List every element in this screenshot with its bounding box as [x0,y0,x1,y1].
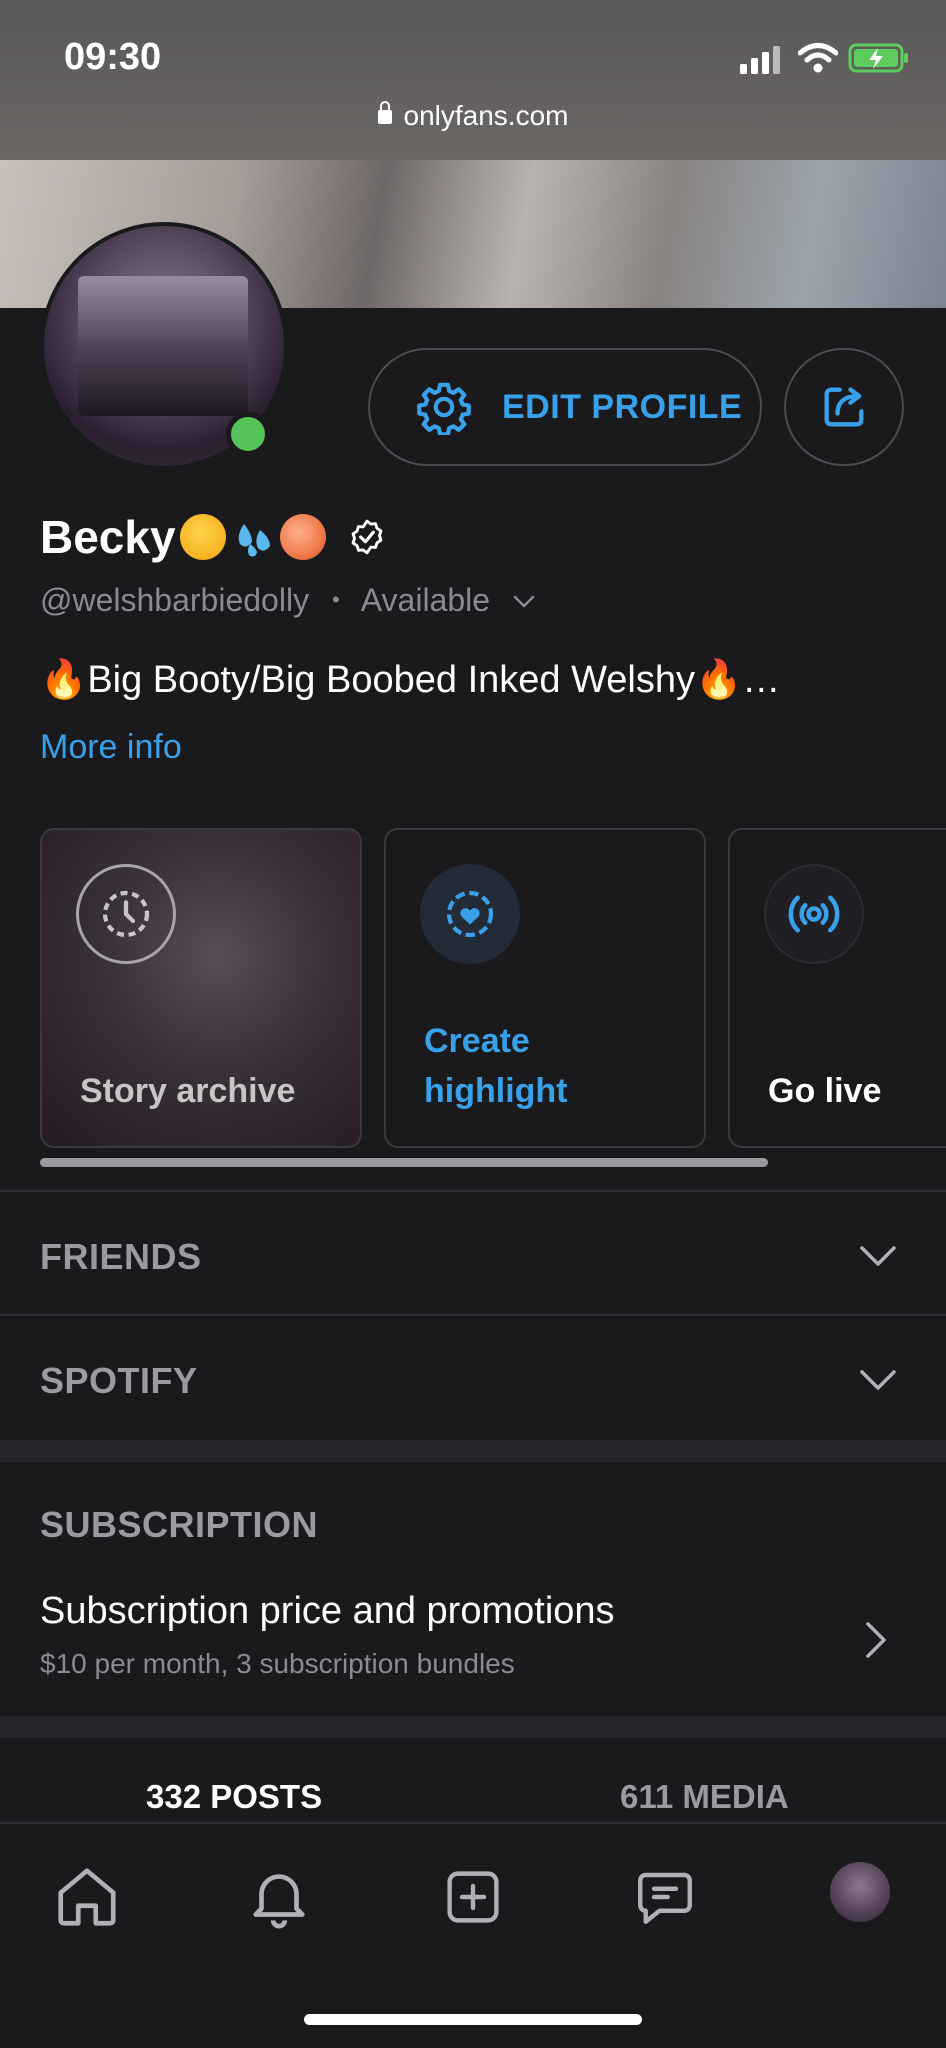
chevron-down-icon[interactable] [858,1360,898,1400]
subscription-details: $10 per month, 3 subscription bundles [40,1648,515,1679]
create-highlight-card[interactable]: Create highlight [384,828,706,1148]
username-handle: @welshbarbiedolly [40,582,310,618]
profile-name-text: Becky [40,511,176,563]
gear-icon [417,382,471,435]
divider [0,1314,946,1316]
create-highlight-label: Create highlight [424,1016,568,1116]
share-button[interactable] [784,348,904,466]
story-archive-card[interactable]: Story archive [40,828,362,1148]
broadcast-icon [764,864,864,964]
handle-row: @welshbarbiedolly • Available [40,582,535,619]
url-bar[interactable]: onlyfans.com [0,100,946,132]
verified-badge-icon [351,519,383,555]
status-time: 09:30 [64,36,162,78]
subscription-section-title: SUBSCRIPTION [40,1504,319,1545]
url-text: onlyfans.com [403,100,569,131]
online-status-dot [226,412,270,456]
home-indicator [304,2014,642,2025]
create-highlight-line1: Create [424,1022,530,1060]
peach-emoji-icon [279,513,326,560]
edit-profile-button[interactable]: EDIT PROFILE [368,348,762,466]
horizontal-scrollbar[interactable] [40,1158,768,1167]
create-highlight-line2: highlight [424,1072,568,1110]
edit-profile-label: EDIT PROFILE [502,387,743,426]
profile-name: Becky [40,510,386,564]
browser-status-bar [0,0,946,160]
more-info-link[interactable]: More info [40,728,182,767]
wifi-icon [798,43,838,73]
tab-posts[interactable]: 332 POSTS [146,1778,322,1816]
spotify-section-title[interactable]: SPOTIFY [40,1360,198,1402]
section-gap [0,1440,946,1462]
go-live-label: Go live [768,1072,882,1110]
bell-icon[interactable] [244,1862,314,1932]
go-live-card[interactable]: Go live [728,828,946,1148]
separator-dot: • [331,587,340,612]
tab-media[interactable]: 611 MEDIA [620,1778,789,1816]
divider [0,1190,946,1192]
plus-square-icon[interactable] [438,1862,508,1932]
lock-icon [377,101,392,124]
tongue-emoji-icon [179,513,226,560]
chevron-right-icon[interactable] [864,1620,888,1660]
signal-icon [740,46,780,74]
friends-section-title[interactable]: FRIENDS [40,1236,202,1278]
availability-status[interactable]: Available [361,582,490,618]
profile-avatar[interactable] [830,1862,890,1922]
home-icon[interactable] [52,1862,122,1932]
profile-bio: 🔥Big Booty/Big Boobed Inked Welshy🔥… [40,659,781,701]
chevron-down-icon[interactable] [513,595,535,609]
story-archive-label: Story archive [80,1072,296,1110]
sweat-drops-emoji-icon [238,523,270,557]
subscription-price-item[interactable]: Subscription price and promotions [40,1590,615,1633]
chevron-down-icon[interactable] [858,1236,898,1276]
clock-history-icon [76,864,176,964]
heart-circle-icon [420,864,520,964]
battery-charging-icon [848,43,908,73]
share-icon [824,387,864,427]
message-icon[interactable] [630,1862,700,1932]
section-gap [0,1716,946,1738]
